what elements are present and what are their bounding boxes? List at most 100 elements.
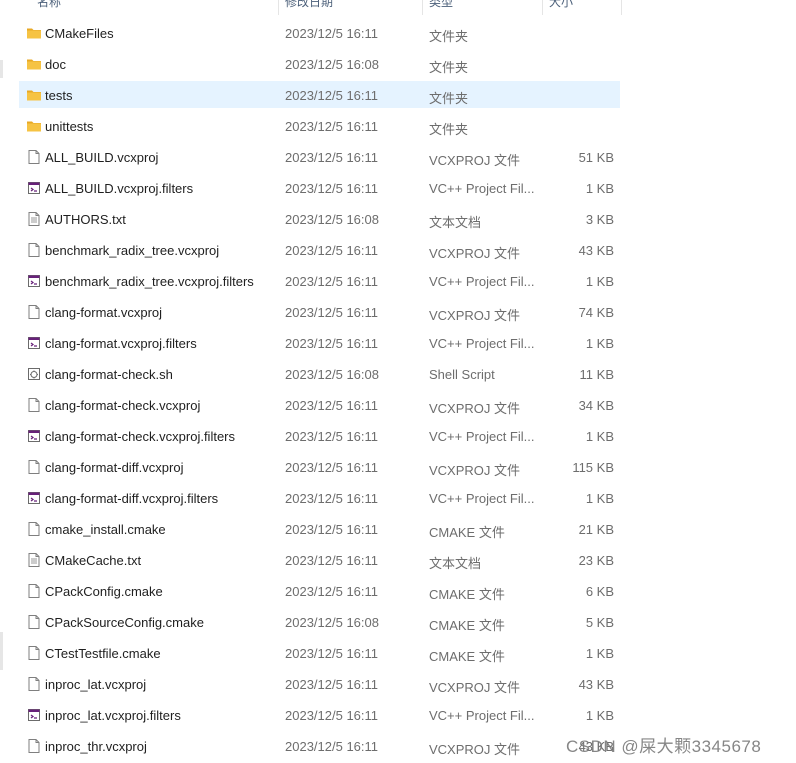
folder-row[interactable]: unittests 2023/12/5 16:11 文件夹 bbox=[0, 112, 622, 143]
file-modified-date: 2023/12/5 16:11 bbox=[285, 522, 379, 537]
file-size: 1 KB bbox=[585, 491, 614, 506]
file-type: Shell Script bbox=[429, 367, 495, 382]
file-icon bbox=[26, 397, 42, 413]
folder-icon bbox=[26, 118, 42, 134]
file-row[interactable]: clang-format-diff.vcxproj.filters 2023/12… bbox=[0, 484, 622, 515]
folder-icon bbox=[26, 56, 42, 72]
file-size: 115 KB bbox=[572, 460, 614, 475]
file-modified-date: 2023/12/5 16:11 bbox=[285, 677, 379, 692]
file-list: CMakeFiles 2023/12/5 16:11 文件夹 doc 2023/12/5… bbox=[0, 19, 622, 763]
column-divider[interactable] bbox=[422, 0, 423, 15]
file-modified-date: 2023/12/5 16:11 bbox=[285, 305, 379, 320]
file-icon bbox=[26, 304, 42, 320]
folder-icon bbox=[26, 87, 42, 103]
file-modified-date: 2023/12/5 16:11 bbox=[285, 88, 379, 103]
folder-row[interactable]: doc 2023/12/5 16:08 文件夹 bbox=[0, 50, 622, 81]
file-row[interactable]: clang-format.vcxproj 2023/12/5 16:11 VCXPR… bbox=[0, 298, 622, 329]
file-row[interactable]: inproc_lat.vcxproj.filters 2023/12/5 16:1… bbox=[0, 701, 622, 732]
folder-row[interactable]: CMakeFiles 2023/12/5 16:11 文件夹 bbox=[0, 19, 622, 50]
file-modified-date: 2023/12/5 16:11 bbox=[285, 491, 379, 506]
filters-file-icon bbox=[26, 490, 42, 506]
file-size: 1 KB bbox=[585, 274, 614, 289]
file-row[interactable]: benchmark_radix_tree.vcxproj 2023/12/5 16… bbox=[0, 236, 622, 267]
file-row[interactable]: AUTHORS.txt 2023/12/5 16:08 文本文档 3 KB bbox=[0, 205, 622, 236]
file-size: 5 KB bbox=[585, 615, 614, 630]
folder-row[interactable]: tests 2023/12/5 16:11 文件夹 bbox=[0, 81, 622, 112]
file-name: inproc_lat.vcxproj bbox=[45, 677, 147, 692]
file-name: CTestTestfile.cmake bbox=[45, 646, 161, 661]
file-size: 3 KB bbox=[585, 212, 614, 227]
file-modified-date: 2023/12/5 16:08 bbox=[285, 615, 379, 630]
file-type: VCXPROJ 文件 bbox=[429, 680, 521, 695]
file-name: CMakeFiles bbox=[45, 26, 114, 41]
file-name: doc bbox=[45, 57, 66, 72]
file-row[interactable]: clang-format-check.vcxproj.filters 2023/1… bbox=[0, 422, 622, 453]
file-name: ALL_BUILD.vcxproj.filters bbox=[45, 181, 194, 196]
column-divider[interactable] bbox=[542, 0, 543, 15]
file-type: 文件夹 bbox=[429, 29, 469, 44]
file-size: 1 KB bbox=[585, 708, 614, 723]
file-row[interactable]: CTestTestfile.cmake 2023/12/5 16:11 CMAKE … bbox=[0, 639, 622, 670]
text-file-icon bbox=[26, 552, 42, 568]
file-size: 1 KB bbox=[585, 336, 614, 351]
file-name: CPackConfig.cmake bbox=[45, 584, 163, 599]
file-modified-date: 2023/12/5 16:11 bbox=[285, 274, 379, 289]
filters-file-icon bbox=[26, 180, 42, 196]
filters-file-icon bbox=[26, 707, 42, 723]
file-name: AUTHORS.txt bbox=[45, 212, 126, 227]
text-file-icon bbox=[26, 211, 42, 227]
file-icon bbox=[26, 676, 42, 692]
column-header-date[interactable]: 修改日期 bbox=[285, 0, 333, 10]
file-type: VC++ Project Fil... bbox=[429, 708, 535, 723]
file-type: CMAKE 文件 bbox=[429, 649, 505, 664]
file-type: VCXPROJ 文件 bbox=[429, 401, 521, 416]
file-modified-date: 2023/12/5 16:11 bbox=[285, 584, 379, 599]
file-row[interactable]: clang-format-check.sh 2023/12/5 16:08 Shel… bbox=[0, 360, 622, 391]
watermark: CSDN @屎大颗3345678 bbox=[566, 737, 762, 756]
file-name: ALL_BUILD.vcxproj bbox=[45, 150, 159, 165]
file-row[interactable]: clang-format-check.vcxproj 2023/12/5 16:1… bbox=[0, 391, 622, 422]
file-icon bbox=[26, 583, 42, 599]
file-row[interactable]: CPackSourceConfig.cmake 2023/12/5 16:08 CM… bbox=[0, 608, 622, 639]
column-divider[interactable] bbox=[278, 0, 279, 15]
file-type: 文件夹 bbox=[429, 122, 469, 137]
filters-file-icon bbox=[26, 428, 42, 444]
file-row[interactable]: CPackConfig.cmake 2023/12/5 16:11 CMAKE 文件… bbox=[0, 577, 622, 608]
file-icon bbox=[26, 149, 42, 165]
file-row[interactable]: inproc_thr.vcxproj 2023/12/5 16:11 VCXPROJ… bbox=[0, 732, 622, 763]
file-row[interactable]: cmake_install.cmake 2023/12/5 16:11 CMAKE … bbox=[0, 515, 622, 546]
file-row[interactable]: ALL_BUILD.vcxproj 2023/12/5 16:11 VCXPROJ … bbox=[0, 143, 622, 174]
column-header-name[interactable]: 名称 bbox=[37, 0, 61, 10]
file-size: 1 KB bbox=[585, 646, 614, 661]
column-divider[interactable] bbox=[621, 0, 622, 15]
file-type: 文件夹 bbox=[429, 91, 469, 106]
file-modified-date: 2023/12/5 16:11 bbox=[285, 181, 379, 196]
file-row[interactable]: ALL_BUILD.vcxproj.filters 2023/12/5 16:11… bbox=[0, 174, 622, 205]
file-type: 文件夹 bbox=[429, 60, 469, 75]
file-name: clang-format-diff.vcxproj bbox=[45, 460, 184, 475]
file-row[interactable]: clang-format-diff.vcxproj 2023/12/5 16:11… bbox=[0, 453, 622, 484]
file-type: 文本文档 bbox=[429, 215, 482, 230]
file-modified-date: 2023/12/5 16:08 bbox=[285, 367, 379, 382]
file-icon bbox=[26, 614, 42, 630]
file-row[interactable]: benchmark_radix_tree.vcxproj.filters 2023… bbox=[0, 267, 622, 298]
file-modified-date: 2023/12/5 16:08 bbox=[285, 212, 379, 227]
file-name: clang-format.vcxproj.filters bbox=[45, 336, 197, 351]
file-name: CPackSourceConfig.cmake bbox=[45, 615, 204, 630]
column-header-size[interactable]: 大小 bbox=[549, 0, 573, 10]
file-name: CMakeCache.txt bbox=[45, 553, 142, 568]
folder-icon bbox=[26, 25, 42, 41]
file-name: clang-format-diff.vcxproj.filters bbox=[45, 491, 219, 506]
shell-script-icon bbox=[26, 366, 42, 382]
file-name: clang-format-check.vcxproj bbox=[45, 398, 201, 413]
file-row[interactable]: inproc_lat.vcxproj 2023/12/5 16:11 VCXPROJ… bbox=[0, 670, 622, 701]
file-type: CMAKE 文件 bbox=[429, 587, 505, 602]
file-icon bbox=[26, 521, 42, 537]
column-header-type[interactable]: 类型 bbox=[429, 0, 453, 10]
file-row[interactable]: clang-format.vcxproj.filters 2023/12/5 16… bbox=[0, 329, 622, 360]
file-name: inproc_thr.vcxproj bbox=[45, 739, 147, 754]
filters-file-icon bbox=[26, 273, 42, 289]
file-name: inproc_lat.vcxproj.filters bbox=[45, 708, 181, 723]
file-row[interactable]: CMakeCache.txt 2023/12/5 16:11 文本文档 23 KB bbox=[0, 546, 622, 577]
file-size: 34 KB bbox=[578, 398, 614, 413]
